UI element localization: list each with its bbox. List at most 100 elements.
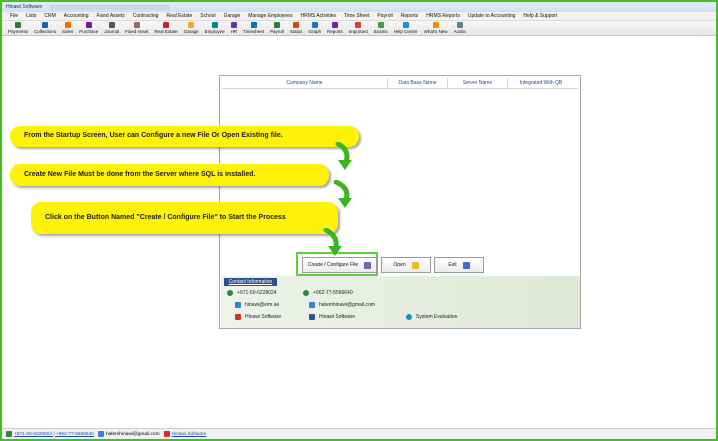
col-company-name[interactable]: Company Name	[222, 78, 388, 88]
menu-fixed-assets[interactable]: Fixed Assets	[96, 13, 124, 19]
email1-text[interactable]: hinawi@eim.ae	[245, 302, 279, 308]
callout-server-text: Create New File Must be done from the Se…	[24, 170, 256, 178]
callout-create-text: Click on the Button Named "Create / Conf…	[45, 213, 286, 221]
toolbar-button-help-center[interactable]: Help Center	[394, 21, 418, 34]
exit-icon	[462, 261, 470, 269]
menu-update-to-accounting[interactable]: Update to Accounting	[468, 13, 516, 19]
callout-server: Create New File Must be done from the Se…	[10, 164, 329, 186]
toolbar-button-what-s-new[interactable]: What's New	[423, 21, 448, 34]
menu-school[interactable]: School	[200, 13, 215, 19]
facebook-row: Hinawi Software	[309, 314, 355, 320]
toolbar-button-real-estate[interactable]: Real Estate	[154, 21, 178, 34]
status-icon	[293, 22, 300, 28]
hr-icon	[230, 22, 237, 28]
facebook-text[interactable]: Hinawi Software	[319, 314, 355, 320]
menu-hrms-reports[interactable]: HRMS Reports	[426, 13, 460, 19]
toolbar-button-purchase[interactable]: Purchase	[79, 21, 98, 34]
arabic-icon	[456, 22, 463, 28]
youtube-text[interactable]: Hinawi Software	[245, 314, 281, 320]
menu-crm[interactable]: CRM	[44, 13, 55, 19]
status-youtube-text[interactable]: Hinawi Software	[172, 432, 207, 437]
facebook-icon	[309, 314, 315, 320]
contact-panel: Contact Information +971-50-6228024 +962…	[221, 276, 580, 328]
timesheet-icon	[250, 22, 257, 28]
important-icon	[355, 22, 362, 28]
employee-icon	[211, 22, 218, 28]
status-phones[interactable]: +971-50-6228024 | +962-77-5566640	[6, 431, 94, 437]
toolbar-label: Arabic	[453, 29, 467, 34]
menu-payroll[interactable]: Payroll	[377, 13, 392, 19]
youtube-icon	[163, 431, 170, 437]
menu-garage[interactable]: Garage	[224, 13, 241, 19]
configure-file-icon	[364, 261, 372, 269]
toolbar-button-exams[interactable]: Exams	[374, 21, 388, 34]
menu-time-sheet[interactable]: Time Sheet	[344, 13, 369, 19]
purchase-icon	[85, 22, 92, 28]
exit-button[interactable]: Exit	[434, 257, 484, 273]
callout-create: Click on the Button Named "Create / Conf…	[31, 202, 338, 234]
menu-help-support[interactable]: Help & Support	[523, 13, 557, 19]
phone-icon	[227, 290, 233, 296]
reports-icon	[331, 22, 338, 28]
menu-lists[interactable]: Lists	[26, 13, 36, 19]
menu-file[interactable]: File	[10, 13, 18, 19]
status-youtube[interactable]: Hinawi Software	[163, 431, 207, 437]
window-title: Hinawi Software	[6, 4, 43, 10]
email1-row: hinawi@eim.ae	[235, 302, 279, 308]
phone-icon	[6, 431, 12, 437]
files-grid-header: Company Name Data Base Name Server Name …	[222, 78, 578, 89]
status-email[interactable]: hatemhinawi@gmail.com	[97, 431, 160, 437]
toolbar-button-payments[interactable]: Payments	[8, 21, 28, 34]
col-server-name[interactable]: Server Name	[448, 78, 508, 88]
email-icon	[309, 302, 315, 308]
toolbar-button-important[interactable]: Important	[349, 21, 368, 34]
toolbar-label: What's New	[423, 29, 448, 34]
col-integrated-qb[interactable]: Integrated With QB	[508, 78, 574, 88]
youtube-row: Hinawi Software	[235, 314, 281, 320]
status-bar: +971-50-6228024 | +962-77-5566640 hatemh…	[2, 428, 716, 439]
toolbar-label: Important	[348, 29, 368, 34]
menu-hrms-activities[interactable]: HRMS Activities	[300, 13, 336, 19]
evaluation-row: System Evaluation	[406, 314, 457, 320]
status-email-text[interactable]: hatemhinawi@gmail.com	[106, 432, 160, 437]
toolbar-button-arabic[interactable]: Arabic	[453, 21, 466, 34]
evaluation-text[interactable]: System Evaluation	[416, 314, 457, 320]
menu-contracting[interactable]: Contracting	[133, 13, 159, 19]
toolbar-button-sales[interactable]: Sales	[62, 21, 73, 34]
toolbar-button-graph[interactable]: Graph	[309, 21, 321, 34]
status-phones-text[interactable]: +971-50-6228024 | +962-77-5566640	[14, 432, 94, 437]
open-label: Open	[393, 262, 406, 268]
toolbar-button-payroll[interactable]: Payroll	[270, 21, 284, 34]
phone1-row: +971-50-6228024	[227, 290, 277, 296]
toolbar-label: Real Estate	[154, 29, 178, 34]
menu-manage-employees[interactable]: Manage Employees	[248, 13, 292, 19]
contact-information-tab[interactable]: Contact Information	[224, 278, 277, 286]
toolbar-button-fixed-asset[interactable]: Fixed Asset	[125, 21, 148, 34]
col-database-name[interactable]: Data Base Name	[388, 78, 448, 88]
menu-real-estate[interactable]: Real Estate	[166, 13, 192, 19]
email-icon	[97, 431, 104, 437]
email2-text[interactable]: hatemhinawi@gmail.com	[319, 302, 375, 308]
toolbar-label: HR	[230, 29, 238, 34]
toolbar-label: Payments	[8, 29, 29, 34]
menu-reports[interactable]: Reports	[401, 13, 419, 19]
exams-icon	[377, 22, 384, 28]
toolbar-label: Status	[289, 29, 303, 34]
toolbar-button-hr[interactable]: HR	[230, 21, 238, 34]
create-configure-file-button[interactable]: Create / Configure File	[302, 257, 377, 273]
youtube-icon	[235, 314, 241, 320]
toolbar-button-status[interactable]: Status	[290, 21, 303, 34]
toolbar-button-reports[interactable]: Reports	[327, 21, 343, 34]
toolbar-button-employee[interactable]: Employee	[205, 21, 225, 34]
open-button[interactable]: Open	[381, 257, 431, 273]
toolbar-button-journal[interactable]: Journal	[104, 21, 119, 34]
callout-startup-text: From the Startup Screen, User can Config…	[24, 132, 283, 140]
toolbar-button-timesheet[interactable]: Timesheet	[243, 21, 264, 34]
title-bar: Hinawi Software	[2, 2, 716, 12]
payments-icon	[15, 22, 21, 28]
toolbar-button-garage[interactable]: Garage	[184, 21, 199, 34]
toolbar-button-collections[interactable]: Collections	[34, 21, 56, 34]
callout-startup: From the Startup Screen, User can Config…	[10, 126, 359, 147]
menu-accounting[interactable]: Accounting	[64, 13, 89, 19]
email-icon	[235, 302, 241, 308]
